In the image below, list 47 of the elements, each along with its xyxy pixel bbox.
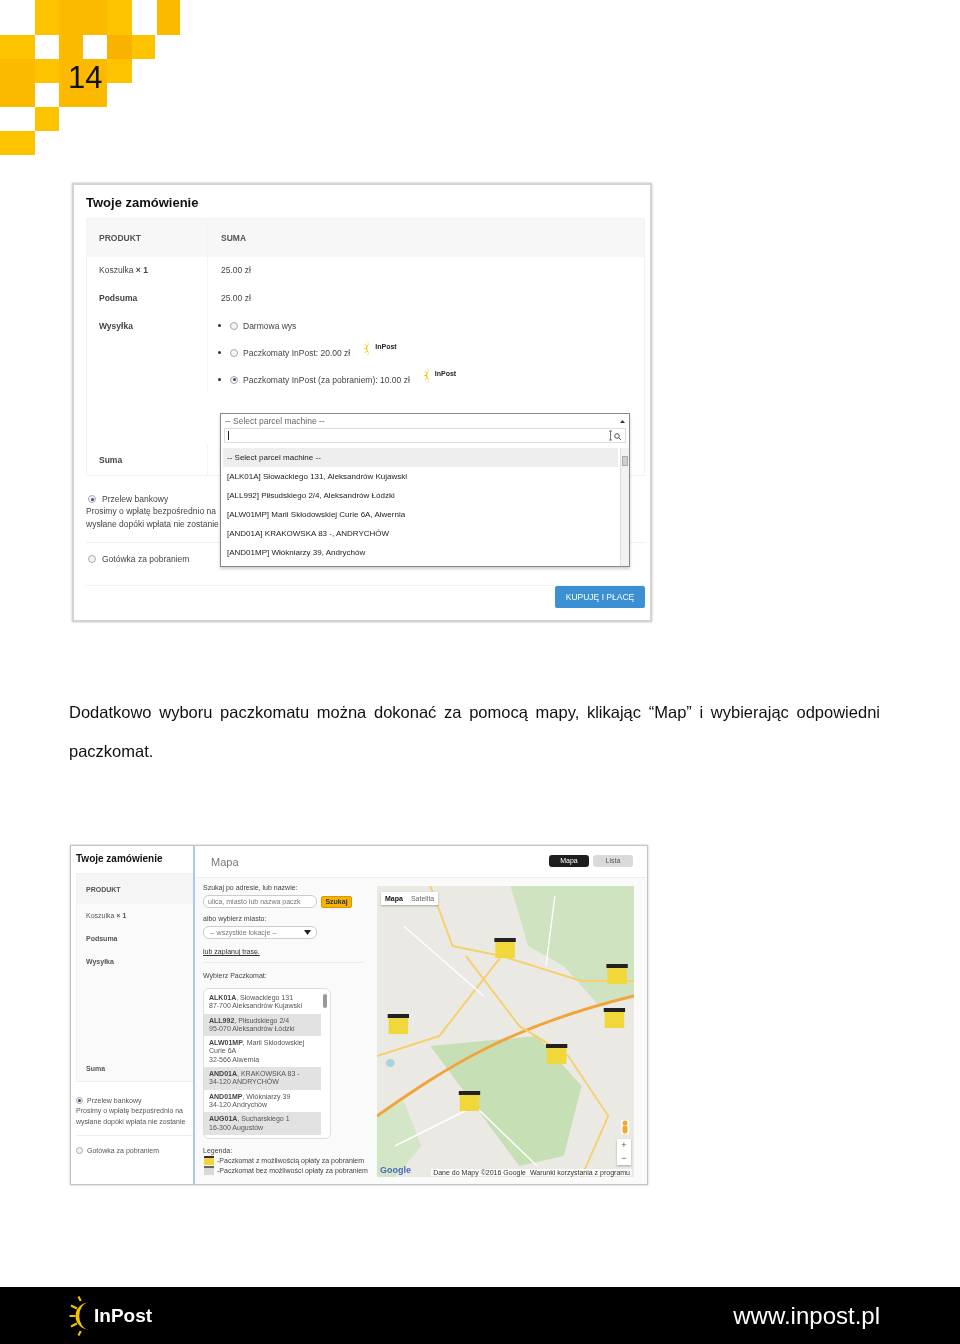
parcel-select[interactable]: -- Select parcel machine --	[221, 414, 629, 428]
zoom-button[interactable]: −	[617, 1152, 631, 1165]
shipping-option-label: Darmowa wys	[243, 320, 297, 331]
website-url: www.inpost.pl	[733, 1301, 880, 1330]
payment-radio[interactable]	[88, 495, 96, 503]
logo-text: InPost	[94, 1304, 153, 1327]
payment-label: Przelew bankowy	[102, 494, 169, 504]
row-label: Wysyłka	[99, 321, 133, 331]
row-label: Koszulka × 1	[99, 265, 148, 275]
parcel-option[interactable]: [AND01MP] Włókniarzy 39, Andrychów	[223, 543, 618, 562]
search-icon	[608, 430, 622, 441]
scrollbar[interactable]	[323, 994, 327, 1008]
parcel-option[interactable]: -- Select parcel machine --	[223, 448, 618, 467]
page-number: 14	[68, 60, 103, 96]
payment-radio[interactable]	[76, 1096, 83, 1104]
scrollbar[interactable]	[620, 448, 629, 566]
instruction-text: Dodatkowo wyboru paczkomatu można dokonać za pomocą mapy, klikając “Map” i wybierając odpowiedni paczkomat.	[69, 702, 880, 762]
parcel-option[interactable]: [ALL992] Piłsudskiego 2/4, Aleksandrów Łódzki	[223, 486, 618, 505]
column-header: SUMA	[221, 233, 247, 243]
zoom-button[interactable]: +	[617, 1139, 631, 1152]
row-label: Suma	[99, 455, 123, 465]
shipping-radio[interactable]	[230, 348, 238, 357]
column-header: PRODUKT	[99, 233, 142, 243]
row-value: 25.00 zł	[221, 265, 251, 275]
order-title: Twoje zamówienie	[76, 852, 164, 865]
pegman-icon[interactable]	[621, 1120, 629, 1134]
shipping-option-label: Paczkomaty InPost: 20.00 zł	[243, 347, 351, 358]
payment-label: Gotówka za pobraniem	[102, 554, 190, 564]
locker-icon	[203, 1155, 215, 1165]
shipping-option-label: Paczkomaty InPost (za pobraniem): 10.00 zł	[243, 374, 410, 385]
map-logo: Google	[380, 1165, 411, 1175]
shipping-radio[interactable]	[230, 375, 238, 384]
row-value: 25.00 zł	[221, 292, 251, 303]
row-label: Podsuma	[99, 292, 138, 303]
parcel-option[interactable]: [ALK01A] Słowackiego 131, Aleksandrów Kujawski	[223, 467, 618, 486]
dialog-title: Mapa	[211, 855, 239, 868]
caret-icon	[304, 930, 311, 935]
caret-icon	[620, 419, 625, 423]
payment-description: Prosimy o wpłatę bezpośrednio na	[86, 505, 216, 518]
search-field[interactable]	[224, 428, 626, 443]
parcel-option[interactable]: [ALW01MP] Marii Skłodowskiej Curie 6A, Alwernia	[223, 505, 618, 524]
locker-icon	[203, 1165, 215, 1175]
payment-radio[interactable]	[88, 555, 96, 563]
order-title: Twoje zamówienie	[86, 194, 200, 211]
shipping-radio[interactable]	[230, 321, 238, 330]
parcel-option[interactable]: [AND01A] KRAKOWSKA 83 -, ANDRYCHÓW	[223, 524, 618, 543]
payment-radio[interactable]	[76, 1146, 83, 1154]
